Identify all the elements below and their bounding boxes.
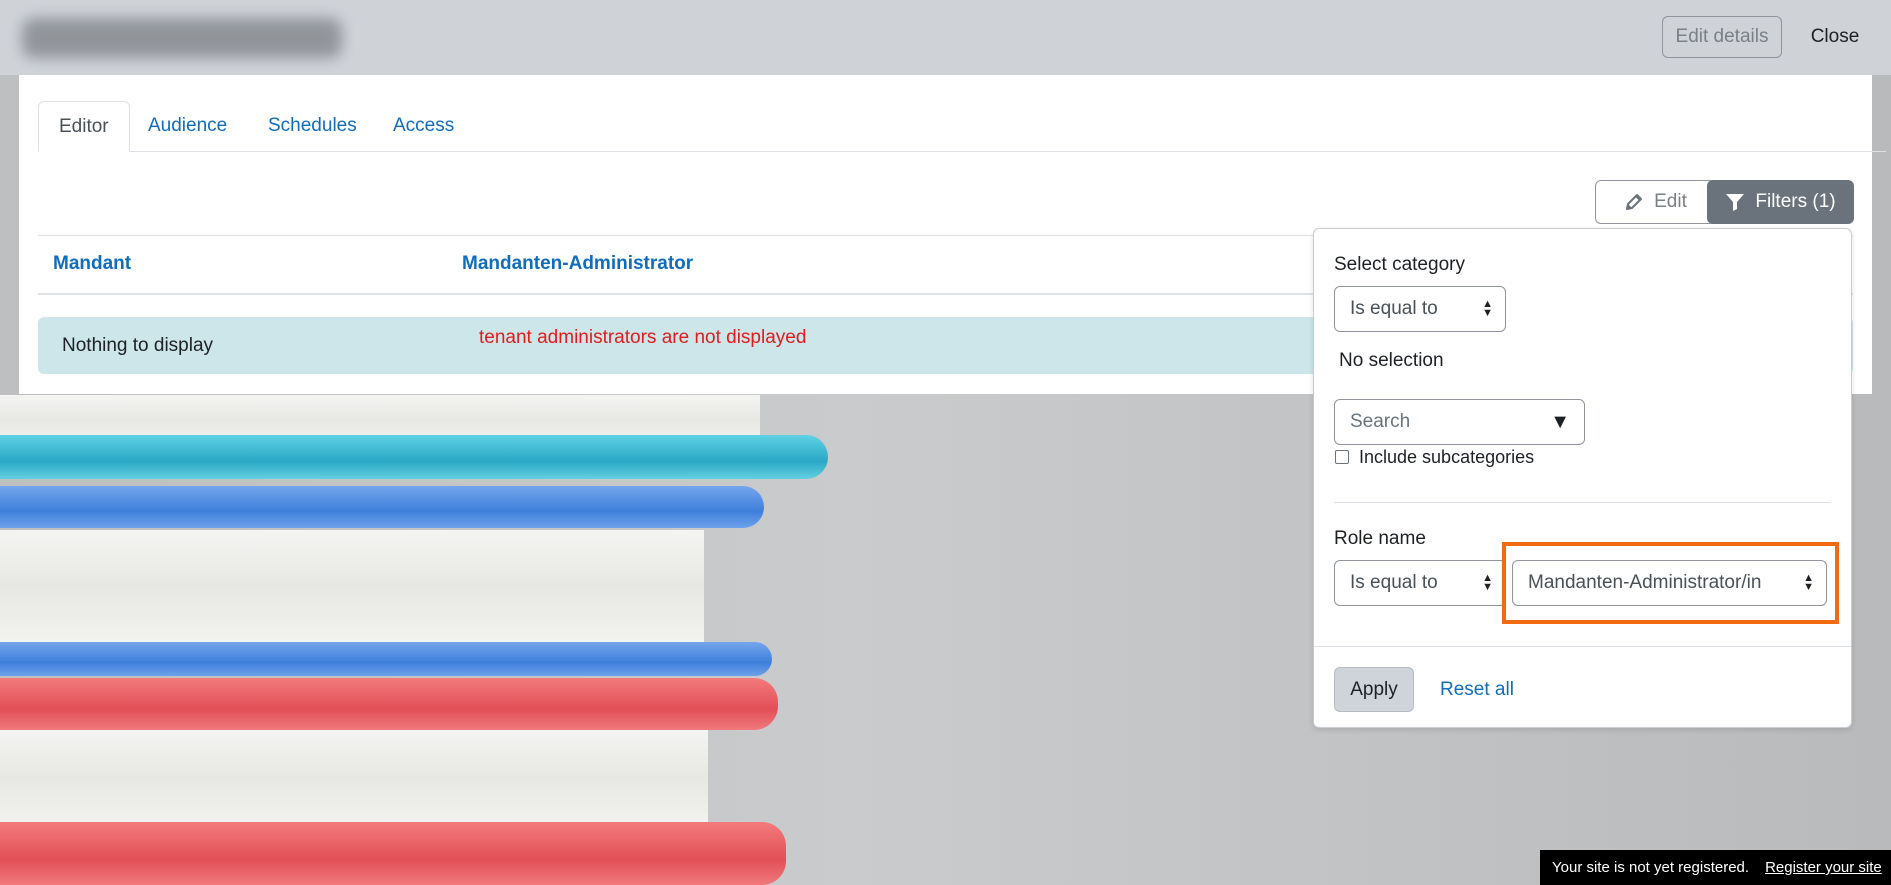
category-operator-select[interactable]: Is equal to ▲ ▼ [1334,286,1506,332]
book-blue-2 [0,640,780,680]
column-header-mandanten-administrator[interactable]: Mandanten-Administrator [462,253,693,275]
role-operator-value: Is equal to [1350,572,1438,593]
book-cyan [0,395,828,485]
category-search-input[interactable]: Search ▼ [1334,399,1585,445]
book-red-1 [0,676,780,736]
category-operator-value: Is equal to [1350,298,1438,319]
filters-button[interactable]: Filters (1) [1707,180,1854,224]
apply-button[interactable]: Apply [1334,667,1414,712]
filters-dropdown: Select category Is equal to ▲ ▼ No select… [1313,228,1852,728]
column-header-mandant[interactable]: Mandant [53,253,131,275]
page-title-blurred [22,18,342,58]
page-header: Edit details Close [0,0,1891,75]
edit-button[interactable]: Edit [1595,180,1716,224]
search-placeholder: Search [1350,411,1411,432]
book-red-2 [0,822,786,885]
filters-footer-divider [1314,646,1851,647]
tab-bar: Editor Audience Schedules Access [38,101,1886,152]
select-arrows-icon: ▲ ▼ [1482,298,1493,319]
filter-icon [1726,194,1745,211]
filter-divider [1334,502,1831,503]
include-subcategories-checkbox[interactable] [1335,450,1349,464]
close-button[interactable]: Close [1800,16,1870,58]
select-arrows-icon: ▲ ▼ [1482,572,1493,593]
tab-access[interactable]: Access [373,101,474,151]
highlight-box [1502,542,1839,624]
category-filter-label: Select category [1334,254,1465,275]
include-subcategories-label: Include subcategories [1359,447,1535,467]
registration-notice: Your site is not yet registered. Registe… [1540,850,1891,885]
dropdown-triangle-icon: ▼ [1550,411,1570,433]
pencil-icon [1626,194,1643,210]
role-filter-label: Role name [1334,528,1426,549]
tab-audience[interactable]: Audience [128,101,247,151]
empty-table-text: Nothing to display [62,334,214,356]
edit-button-label: Edit [1654,191,1687,212]
role-operator-select[interactable]: Is equal to ▲ ▼ [1334,560,1506,606]
book-white-2 [0,730,720,830]
book-white [0,530,720,650]
category-selection-text: No selection [1339,350,1444,371]
filters-button-label: Filters (1) [1755,191,1836,212]
edit-details-button[interactable]: Edit details [1662,16,1782,58]
reset-all-link[interactable]: Reset all [1440,679,1514,701]
tab-schedules[interactable]: Schedules [248,101,377,151]
annotation-note: tenant administrators are not displayed [479,327,807,348]
register-site-link[interactable]: Register your site [1765,859,1882,876]
registration-message: Your site is not yet registered. [1552,859,1750,876]
tab-editor[interactable]: Editor [38,101,130,152]
